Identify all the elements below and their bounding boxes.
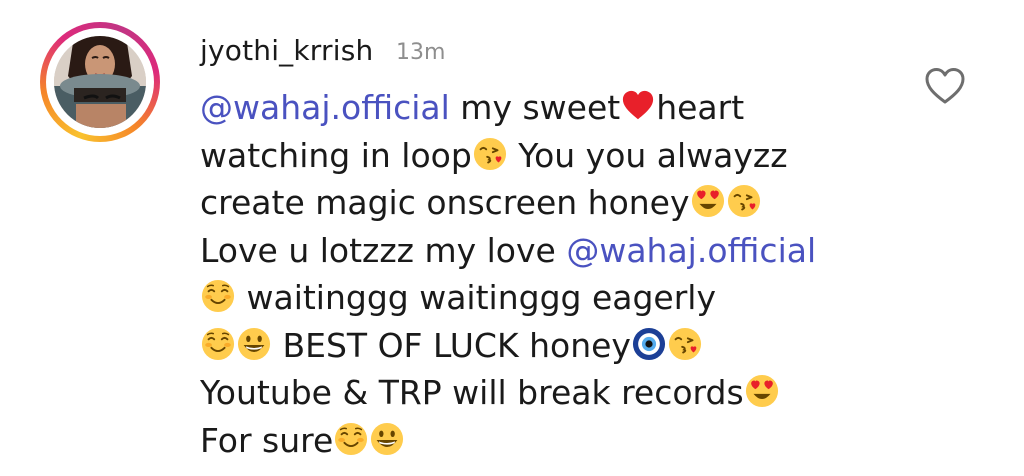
comment-line: create magic onscreen honey: [200, 179, 900, 227]
avatar[interactable]: [54, 36, 146, 128]
heart-outline-icon: [925, 68, 965, 104]
face-blowing-kiss-icon: [473, 137, 507, 171]
comment-text-segment: You you alwayzz: [507, 135, 788, 175]
comment-text-segment: heart: [656, 88, 745, 127]
comment-line: waitinggg waitinggg eagerly: [200, 274, 900, 322]
mention-link[interactable]: @wahaj.official: [200, 88, 450, 127]
comment-timestamp: 13m: [396, 40, 446, 65]
comment-text-segment: watching in loop: [200, 135, 472, 175]
comment-text-segment: waitinggg waitinggg eagerly: [236, 278, 716, 317]
comment-text-segment: For sure: [200, 420, 334, 460]
smiling-face-icon: [201, 327, 235, 361]
comment-text-segment: BEST OF LUCK honey: [272, 325, 631, 365]
red-heart-icon: [621, 89, 655, 123]
comment-line: Love u lotzzz my love @wahaj.official: [200, 227, 900, 275]
comment-text-segment: create magic onscreen honey: [200, 183, 690, 222]
face-blowing-kiss-icon: [668, 327, 702, 361]
heart-eyes-face-icon: [691, 184, 725, 218]
comment-item: jyothi_krrish 13m @wahaj.official my swe…: [0, 0, 1024, 476]
comment-line: BEST OF LUCK honey: [200, 322, 900, 370]
comment-line: watching in loop You you alwayzz: [200, 132, 900, 180]
like-button[interactable]: [924, 66, 966, 106]
comment-line: Youtube & TRP will break records: [200, 369, 900, 417]
comment-line: For sure: [200, 417, 900, 465]
comment-text-segment: Youtube & TRP will break records: [200, 373, 744, 412]
nazar-amulet-icon: [632, 327, 666, 361]
avatar-story-ring[interactable]: [40, 22, 160, 142]
comment-line: @wahaj.official my sweet heart: [200, 84, 900, 132]
mention-link[interactable]: @wahaj.official: [566, 231, 816, 270]
face-blowing-kiss-icon: [727, 184, 761, 218]
grinning-face-icon: [370, 422, 404, 456]
comment-text-segment: my sweet: [449, 88, 621, 127]
comment-text: @wahaj.official my sweet heart watching i…: [200, 84, 900, 464]
smiling-face-icon: [334, 422, 368, 456]
comment-text-segment: Love u lotzzz my love: [200, 230, 567, 270]
grinning-face-icon: [237, 327, 271, 361]
smiling-face-icon: [201, 279, 235, 313]
comment-username[interactable]: jyothi_krrish: [200, 34, 373, 67]
heart-eyes-face-icon: [745, 374, 779, 408]
